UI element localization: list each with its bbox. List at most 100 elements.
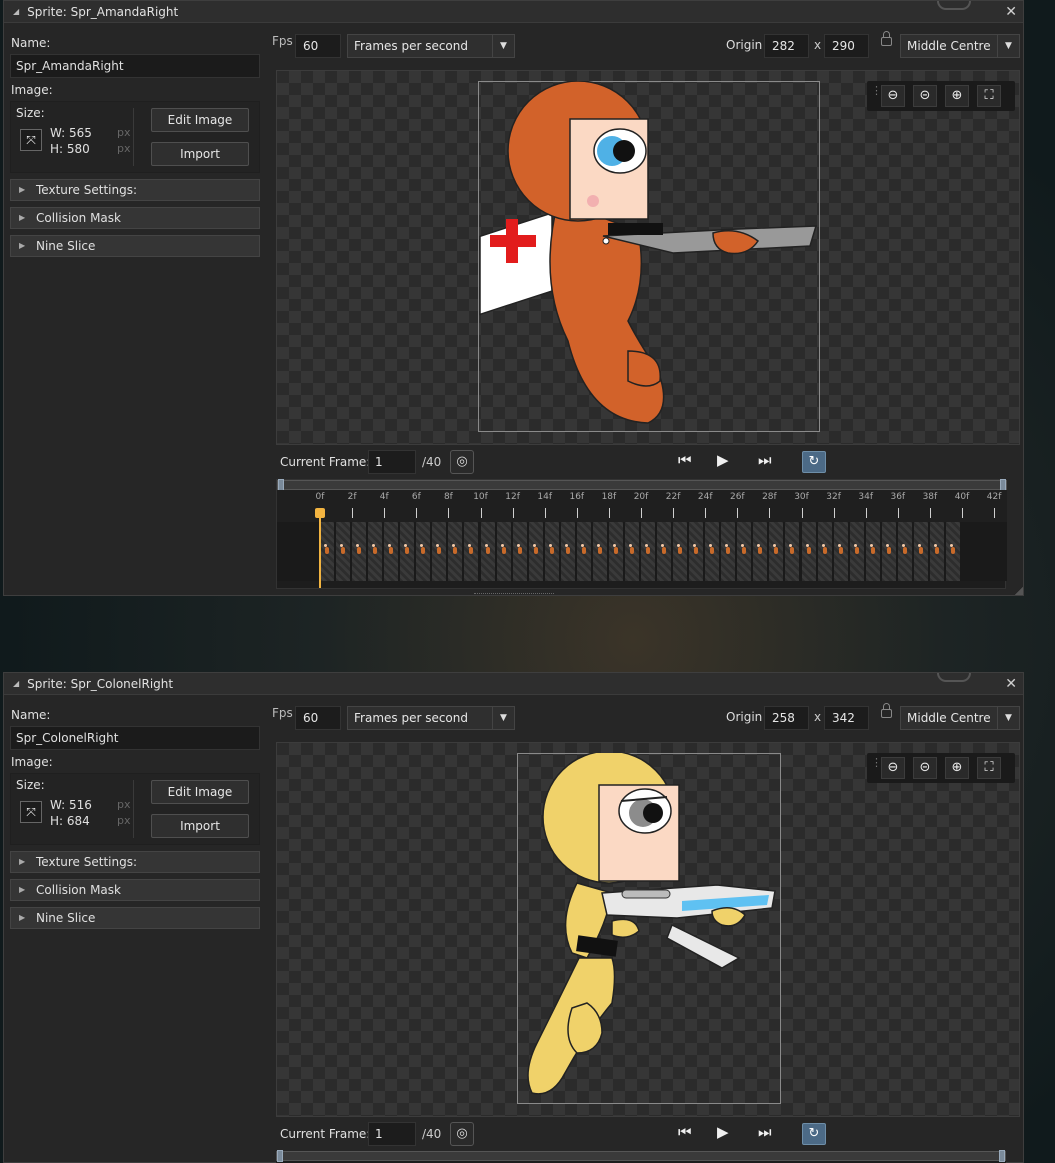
scroll-handle-left[interactable] [277,1150,283,1162]
frame-thumbnail[interactable] [897,522,913,581]
zoom-in-icon[interactable]: ⊕ [945,757,969,779]
fps-input[interactable]: 60 [295,34,341,58]
play-icon[interactable]: ▶ [717,451,729,469]
frame-thumbnail[interactable] [576,522,592,581]
frame-thumbnail[interactable] [496,522,512,581]
zoom-fit-icon[interactable]: ⊖ [881,85,905,107]
frame-thumbnail[interactable] [817,522,833,581]
fps-mode-dropdown[interactable]: Frames per second ▼ [347,706,515,730]
collapse-icon[interactable]: ◢ [13,7,19,16]
frame-thumbnail[interactable] [865,522,881,581]
name-field[interactable]: Spr_AmandaRight [10,54,260,78]
fullscreen-icon[interactable]: ⛶ [977,85,1001,107]
resize-icon[interactable]: ⤧ [20,801,42,823]
sprite-canvas[interactable]: ⋮ ⊖ ⊝ ⊕ ⛶ [276,742,1020,1117]
frame-thumbnail[interactable] [705,522,721,581]
frame-thumbnail[interactable] [945,522,961,581]
lock-icon[interactable] [881,31,892,46]
frame-thumbnail[interactable] [336,522,352,581]
frame-thumbnail[interactable] [560,522,576,581]
fps-mode-dropdown[interactable]: Frames per second ▼ [347,34,515,58]
sprite-canvas[interactable]: ⋮ ⊖ ⊝ ⊕ ⛶ [276,70,1020,445]
edit-image-button[interactable]: Edit Image [151,780,249,804]
frame-thumbnail[interactable] [641,522,656,581]
timeline-scrollbar[interactable] [277,479,1007,491]
origin-y-input[interactable]: 342 [824,706,869,730]
frame-thumbnail[interactable] [753,522,769,581]
frame-thumbnail[interactable] [464,522,480,581]
frame-thumbnail[interactable] [512,522,528,581]
loop-icon[interactable]: ↻ [802,451,826,473]
frame-thumbnail[interactable] [320,522,335,581]
frame-thumbnail[interactable] [528,522,544,581]
origin-mode-dropdown[interactable]: Middle Centre ▼ [900,34,1020,58]
frame-thumbnail[interactable] [432,522,448,581]
import-button[interactable]: Import [151,142,249,166]
frame-thumbnail[interactable] [592,522,608,581]
fullscreen-icon[interactable]: ⛶ [977,757,1001,779]
skip-last-icon[interactable]: ⏭ [758,451,772,469]
collision-mask-section[interactable]: ▶ Collision Mask [10,879,260,901]
frame-strip[interactable] [277,522,1007,581]
texture-settings-section[interactable]: ▶ Texture Settings: [10,851,260,873]
frame-thumbnail[interactable] [673,522,689,581]
current-frame-input[interactable]: 1 [368,1122,416,1146]
frame-thumbnail[interactable] [689,522,705,581]
texture-settings-section[interactable]: ▶ Texture Settings: [10,179,260,201]
frame-thumbnail[interactable] [448,522,464,581]
frame-thumbnail[interactable] [737,522,753,581]
frame-thumbnail[interactable] [352,522,368,581]
window-titlebar[interactable]: ◢ Sprite: Spr_ColonelRight ✕ [4,673,1023,695]
zoom-in-icon[interactable]: ⊕ [945,85,969,107]
skip-last-icon[interactable]: ⏭ [758,1123,772,1141]
frame-thumbnail[interactable] [929,522,945,581]
frame-thumbnail[interactable] [416,522,432,581]
loop-icon[interactable]: ↻ [802,1123,826,1145]
edit-image-button[interactable]: Edit Image [151,108,249,132]
frame-thumbnail[interactable] [657,522,673,581]
origin-mode-dropdown[interactable]: Middle Centre ▼ [900,706,1020,730]
close-icon[interactable]: ✕ [1005,4,1017,20]
frame-thumbnail[interactable] [384,522,400,581]
import-button[interactable]: Import [151,814,249,838]
resize-grip[interactable] [474,593,554,596]
name-field[interactable]: Spr_ColonelRight [10,726,260,750]
nine-slice-section[interactable]: ▶ Nine Slice [10,235,260,257]
resize-icon[interactable]: ⤧ [20,129,42,151]
frame-thumbnail[interactable] [849,522,865,581]
zoom-out-icon[interactable]: ⊝ [913,757,937,779]
frame-thumbnail[interactable] [608,522,624,581]
skip-first-icon[interactable]: ⏮ [678,451,692,469]
onion-skin-icon[interactable]: ◎ [450,1122,474,1146]
corner-resize-handle[interactable] [1015,587,1023,595]
zoom-out-icon[interactable]: ⊝ [913,85,937,107]
frame-thumbnail[interactable] [480,522,496,581]
fps-input[interactable]: 60 [295,706,341,730]
timeline[interactable] [276,1150,1006,1163]
window-titlebar[interactable]: ◢ Sprite: Spr_AmandaRight ✕ [4,1,1023,23]
zoom-fit-icon[interactable]: ⊖ [881,757,905,779]
nine-slice-section[interactable]: ▶ Nine Slice [10,907,260,929]
frame-thumbnail[interactable] [721,522,737,581]
close-icon[interactable]: ✕ [1005,676,1017,692]
frame-thumbnail[interactable] [769,522,785,581]
play-icon[interactable]: ▶ [717,1123,729,1141]
timeline-scrollbar[interactable] [276,1150,1006,1162]
frame-thumbnail[interactable] [913,522,929,581]
frame-thumbnail[interactable] [368,522,384,581]
frame-thumbnail[interactable] [400,522,416,581]
frame-thumbnail[interactable] [624,522,640,581]
onion-skin-icon[interactable]: ◎ [450,450,474,474]
timeline-ruler[interactable]: 0f 2f 4f 6f 8f 10f 12f 14f 16f 18f 20f 22f 24f 26f 28f… [277,490,1007,522]
frame-thumbnail[interactable] [833,522,849,581]
collapse-icon[interactable]: ◢ [13,679,19,688]
origin-x-input[interactable]: 282 [764,34,809,58]
current-frame-input[interactable]: 1 [368,450,416,474]
skip-first-icon[interactable]: ⏮ [678,1123,692,1141]
collision-mask-section[interactable]: ▶ Collision Mask [10,207,260,229]
scroll-handle-right[interactable] [999,1150,1005,1162]
frame-thumbnail[interactable] [544,522,560,581]
origin-x-input[interactable]: 258 [764,706,809,730]
origin-y-input[interactable]: 290 [824,34,869,58]
timeline[interactable]: 0f 2f 4f 6f 8f 10f 12f 14f 16f 18f 20f 22f 24f 26f 28f… [276,479,1007,589]
